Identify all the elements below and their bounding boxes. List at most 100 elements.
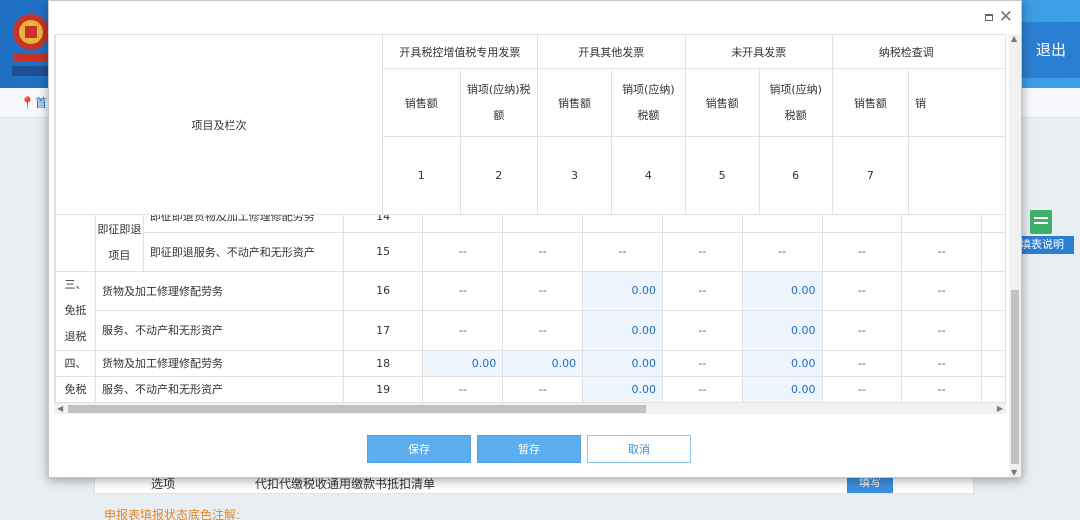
- group-header: 纳税检查调: [831, 34, 1006, 69]
- column-number: 3: [536, 136, 613, 215]
- line-number: 14: [342, 213, 424, 233]
- vertical-scrollbar[interactable]: ▲ ▼: [1009, 34, 1021, 477]
- table-cell: --: [661, 310, 743, 351]
- table-cell: --: [502, 375, 584, 402]
- column-number: 2: [459, 136, 538, 215]
- table-cell: --: [901, 375, 982, 402]
- table-cell: --: [901, 270, 982, 311]
- table-cell: [980, 375, 1006, 402]
- line-number: 19: [342, 375, 424, 402]
- subheader: 销售额: [536, 68, 613, 137]
- subheader: 销项(应纳)税额: [459, 68, 538, 137]
- logout-button[interactable]: 退出: [1022, 22, 1080, 78]
- table-cell: [980, 231, 1006, 272]
- table-cell: --: [502, 231, 584, 272]
- table-cell: --: [741, 231, 823, 272]
- table-cell: --: [661, 375, 743, 402]
- subheader: 销售额: [684, 68, 760, 137]
- line-number: 15: [342, 231, 424, 272]
- editable-cell[interactable]: 0.00: [502, 349, 584, 377]
- draft-save-button[interactable]: 暂存: [477, 435, 581, 463]
- editable-cell[interactable]: 0.00: [422, 349, 504, 377]
- section-blank: [55, 213, 96, 272]
- column-number: 6: [758, 136, 833, 215]
- column-number: [907, 136, 1006, 215]
- table-cell: --: [422, 231, 504, 272]
- subheader: 销售额: [381, 68, 461, 137]
- table-row: 四、 货物及加工修理修配劳务 18 0.00 0.00 0.00 -- 0.00…: [55, 349, 1006, 377]
- section-label: 四、: [55, 349, 96, 377]
- column-number: 4: [611, 136, 686, 215]
- table-cell: --: [901, 349, 982, 377]
- maximize-icon[interactable]: [985, 14, 993, 21]
- subheader: 销项(应纳)税额: [758, 68, 833, 137]
- corner-header: 项目及栏次: [55, 34, 383, 215]
- editable-cell[interactable]: 0.00: [582, 349, 663, 377]
- table-cell: --: [661, 349, 743, 377]
- table-cell: --: [901, 310, 982, 351]
- table-cell: --: [422, 310, 504, 351]
- table-cell: [980, 349, 1006, 377]
- table-cell: --: [661, 270, 743, 311]
- section-label: 三、免抵退税: [55, 270, 96, 351]
- group-header: 开具其他发票: [536, 34, 686, 69]
- document-icon: [1030, 210, 1052, 234]
- line-number: 18: [342, 349, 424, 377]
- table-cell: --: [821, 375, 903, 402]
- table-cell: --: [821, 310, 903, 351]
- editable-cell[interactable]: 0.00: [582, 310, 663, 351]
- row-label: 即征即退服务、不动产和无形资产: [142, 231, 344, 272]
- scroll-right-icon[interactable]: ▶: [997, 404, 1003, 413]
- editable-cell[interactable]: 0.00: [741, 270, 823, 311]
- subheader: 销: [907, 68, 1006, 137]
- editable-cell[interactable]: 0.00: [741, 375, 823, 402]
- modal-dialog: ✕ 即征即退项目 即征即退货物及加工修理修配劳务 14 即征即退服务、不动产和无…: [48, 0, 1022, 478]
- editable-cell[interactable]: 0.00: [741, 349, 823, 377]
- table-row: 三、免抵退税 货物及加工修理修配劳务 16 -- -- 0.00 -- 0.00…: [55, 270, 1006, 351]
- table-cell: --: [422, 270, 504, 311]
- table-row: 服务、不动产和无形资产 17 -- -- 0.00 -- 0.00 -- --: [56, 310, 1006, 351]
- location-pin-icon: 📍: [20, 96, 35, 110]
- line-number: 17: [342, 310, 424, 351]
- scroll-down-icon[interactable]: ▼: [1011, 468, 1017, 477]
- section-label: 即征即退项目: [94, 213, 144, 272]
- horizontal-scroll-thumb[interactable]: [68, 405, 646, 413]
- vertical-scroll-thumb[interactable]: [1011, 290, 1019, 464]
- row-label: 货物及加工修理修配劳务: [94, 349, 344, 377]
- column-number: 1: [381, 136, 461, 215]
- table-row: 即征即退项目 即征即退货物及加工修理修配劳务 14: [55, 213, 1006, 272]
- horizontal-scrollbar[interactable]: ◀ ▶: [54, 402, 1006, 414]
- subheader: 销项(应纳)税额: [611, 68, 686, 137]
- table-cell: --: [502, 270, 584, 311]
- scroll-up-icon[interactable]: ▲: [1011, 34, 1017, 43]
- table-cell: --: [821, 349, 903, 377]
- editable-cell[interactable]: 0.00: [741, 310, 823, 351]
- row-label: 货物及加工修理修配劳务: [94, 270, 344, 311]
- line-number: 16: [342, 270, 424, 311]
- modal-titlebar: ✕: [49, 1, 1021, 34]
- table-cell: --: [502, 310, 584, 351]
- status-legend: 申报表填报状态底色注解:: [104, 508, 241, 520]
- close-icon[interactable]: ✕: [999, 8, 1013, 26]
- editable-cell[interactable]: 0.00: [582, 375, 663, 402]
- group-header: 开具税控增值税专用发票: [381, 34, 538, 69]
- cancel-button[interactable]: 取消: [587, 435, 691, 463]
- scroll-left-icon[interactable]: ◀: [57, 404, 63, 413]
- column-number: 7: [831, 136, 909, 215]
- table-cell: --: [901, 231, 982, 272]
- table-cell: [980, 310, 1006, 351]
- table-cell: [980, 270, 1006, 311]
- table-header: 项目及栏次 开具税控增值税专用发票 开具其他发票 未开具发票 纳税检查调 销售额…: [55, 34, 1006, 215]
- table-cell: --: [821, 270, 903, 311]
- save-button[interactable]: 保存: [367, 435, 471, 463]
- table-viewport: 即征即退项目 即征即退货物及加工修理修配劳务 14 即征即退服务、不动产和无形资…: [54, 34, 1006, 402]
- section-label: 免税: [55, 375, 96, 402]
- subheader: 销售额: [831, 68, 909, 137]
- row-label: 服务、不动产和无形资产: [94, 310, 344, 351]
- tax-emblem-icon: [12, 14, 50, 76]
- table-row: 即征即退服务、不动产和无形资产 15 -- -- -- -- -- -- --: [56, 231, 1006, 272]
- group-header: 未开具发票: [684, 34, 833, 69]
- table-row: 免税 服务、不动产和无形资产 19 -- -- 0.00 -- 0.00 -- …: [55, 375, 1006, 402]
- table-cell: --: [661, 231, 743, 272]
- editable-cell[interactable]: 0.00: [582, 270, 663, 311]
